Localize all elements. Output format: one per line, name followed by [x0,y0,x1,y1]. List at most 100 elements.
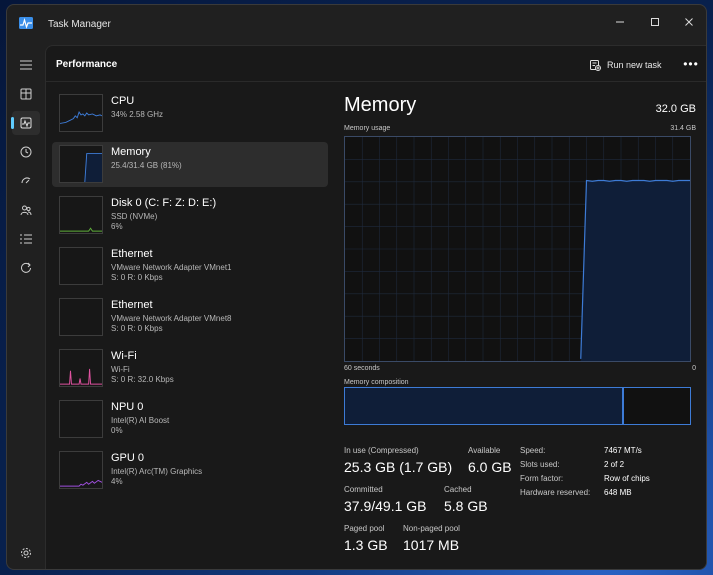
device-detail-line: Intel(R) AI Boost [111,416,170,425]
device-name: Disk 0 (C: F: Z: D: E:) [111,197,217,209]
device-name: Ethernet [111,248,153,260]
nav-startup[interactable] [12,169,40,193]
device-item-disk[interactable]: Disk 0 (C: F: Z: D: E:) SSD (NVMe) 6% [52,193,328,238]
details-icon [20,234,32,244]
device-thumbnail-graph [59,94,103,132]
processes-icon [20,88,32,100]
detail-title: Memory [344,94,417,116]
spec-slots-value: 2 of 2 [604,460,625,469]
nav-users[interactable] [12,198,40,222]
paged-pool-value: 1.3 GB [344,537,388,553]
nav-details[interactable] [12,227,40,251]
nav-menu-button[interactable] [12,53,40,77]
history-icon [20,146,32,158]
nav-selection-indicator [11,117,14,129]
device-item-cpu[interactable]: CPU 34% 2.58 GHz [52,91,328,136]
task-manager-window: Task Manager Performance Run new task ••… [6,4,707,570]
minimize-icon [616,21,624,23]
maximize-button[interactable] [638,9,672,35]
window-title: Task Manager [48,19,111,30]
device-item-ethernet[interactable]: Ethernet VMware Network Adapter VMnet8 S: … [52,295,328,340]
more-icon: ••• [683,57,699,71]
device-thumbnail-graph [59,400,103,438]
device-thumbnail-graph [59,349,103,387]
device-detail-line: Intel(R) Arc(TM) Graphics [111,467,203,476]
device-detail-line: VMware Network Adapter VMnet1 [111,263,232,272]
memory-usage-max-label: 31.4 GB [670,125,696,132]
content-pane: Performance Run new task ••• CPU 34% 2.58… [45,45,706,569]
run-task-icon [590,59,601,71]
device-thumbnail-graph [59,196,103,234]
settings-icon [21,548,31,558]
device-thumbnail-graph [59,298,103,336]
minimize-button[interactable] [603,9,637,35]
memory-usage-graph [344,136,691,362]
detail-total-capacity: 32.0 GB [655,103,696,115]
device-detail-line: 25.4/31.4 GB (81%) [111,161,182,170]
device-detail-line: 0% [111,426,123,435]
close-icon [685,18,693,26]
device-item-ethernet[interactable]: Ethernet VMware Network Adapter VMnet1 S: … [52,244,328,289]
run-new-task-button[interactable]: Run new task [590,57,662,73]
memory-usage-label: Memory usage [344,125,391,132]
device-item-memory[interactable]: Memory 25.4/31.4 GB (81%) [52,142,328,187]
command-bar: Performance Run new task ••• [46,46,706,82]
spec-speed-value: 7467 MT/s [604,446,642,455]
in-use-label: In use (Compressed) [344,446,419,455]
graph-time-axis-label: 60 seconds [344,365,380,372]
nav-settings[interactable] [12,541,40,565]
device-name: Wi-Fi [111,350,137,362]
spec-hw-reserved-label: Hardware reserved: [520,488,591,497]
device-name: Memory [111,146,151,158]
device-thumbnail-graph [59,247,103,285]
title-bar[interactable]: Task Manager [7,5,706,45]
device-detail-line: Wi-Fi [111,365,130,374]
device-name: GPU 0 [111,452,145,464]
spec-form-factor-value: Row of chips [604,474,650,483]
device-item-npu[interactable]: NPU 0 Intel(R) AI Boost 0% [52,397,328,442]
hamburger-icon [20,60,32,70]
maximize-icon [651,18,659,26]
device-name: NPU 0 [111,401,144,413]
device-thumbnail-graph [59,451,103,489]
graph-time-axis-zero: 0 [692,365,696,372]
device-item-gpu[interactable]: GPU 0 Intel(R) Arc(TM) Graphics 4% [52,448,328,493]
spec-form-factor-label: Form factor: [520,474,564,483]
device-name: Ethernet [111,299,153,311]
nav-processes[interactable] [12,82,40,106]
spec-speed-label: Speed: [520,446,546,455]
cached-label: Cached [444,485,472,494]
device-detail-line: VMware Network Adapter VMnet8 [111,314,232,323]
cached-value: 5.8 GB [444,498,488,514]
spec-hw-reserved-value: 648 MB [604,488,632,497]
committed-label: Committed [344,485,383,494]
performance-icon [20,117,32,129]
device-name: CPU [111,95,135,107]
nav-app-history[interactable] [12,140,40,164]
run-new-task-label: Run new task [607,60,662,70]
spec-slots-label: Slots used: [520,460,560,469]
available-label: Available [468,446,501,455]
memory-usage-area [580,180,690,361]
services-icon [21,262,31,273]
users-icon [20,205,32,216]
nav-services[interactable] [12,256,40,280]
nav-performance[interactable] [11,111,40,135]
device-detail-line: S: 0 R: 0 Kbps [111,273,163,282]
page-title: Performance [56,59,118,70]
device-detail-line: 34% 2.58 GHz [111,110,164,119]
task-manager-app-icon [19,17,33,29]
memory-composition-in-use [345,388,625,424]
committed-value: 37.9/49.1 GB [344,498,427,514]
device-detail-line: SSD (NVMe) [111,212,158,221]
device-detail-line: 6% [111,222,123,231]
close-button[interactable] [672,9,706,35]
memory-composition-bar [344,387,691,425]
device-detail-line: S: 0 R: 0 Kbps [111,324,163,333]
device-thumbnail-graph [59,145,103,183]
more-options-button[interactable]: ••• [680,55,702,73]
in-use-value: 25.3 GB (1.7 GB) [344,459,453,475]
device-item-wi-fi[interactable]: Wi-Fi Wi-Fi S: 0 R: 32.0 Kbps [52,346,328,391]
memory-composition-label: Memory composition [344,379,409,386]
startup-icon [21,177,31,184]
